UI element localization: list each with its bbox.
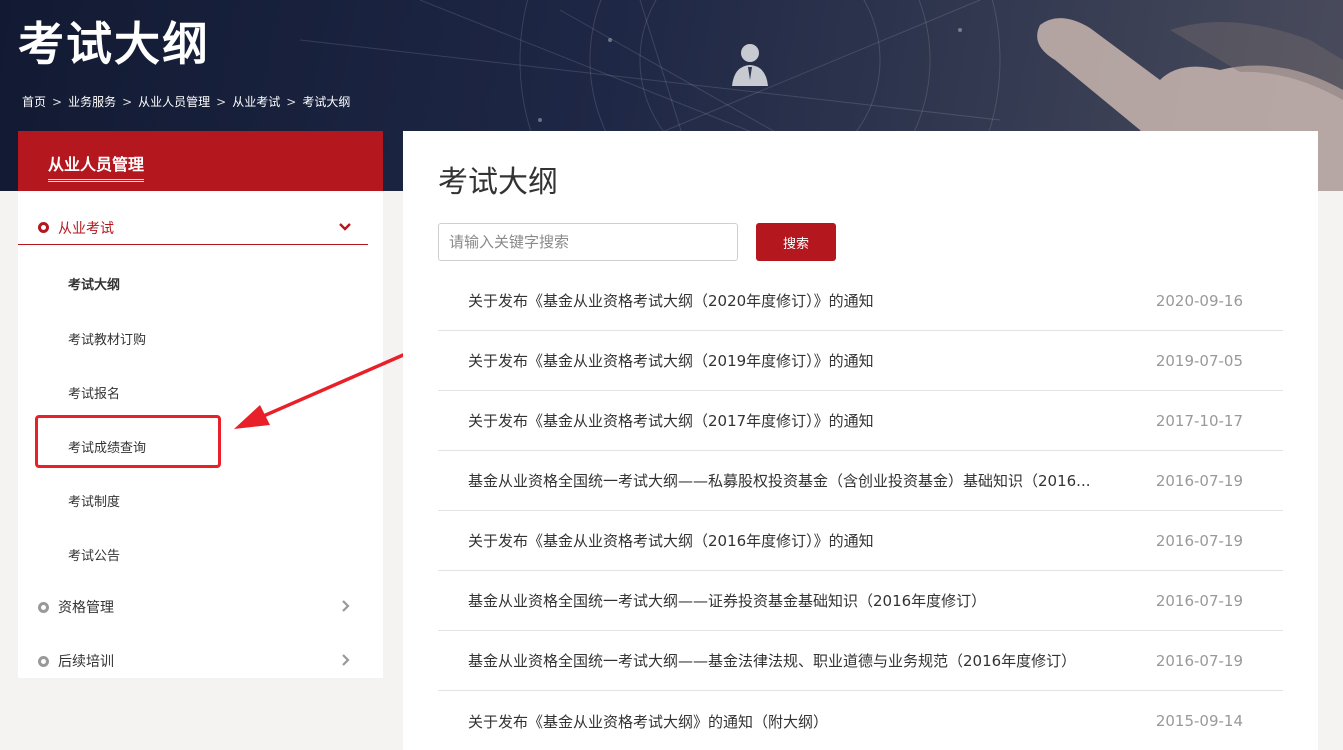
breadcrumb-separator: > [286, 94, 297, 109]
list-item-date: 2020-09-16 [1155, 291, 1243, 310]
sidebar-item-exam-notice[interactable]: 考试公告 [68, 545, 120, 564]
menu-group-training[interactable]: 后续培训 [18, 644, 368, 678]
sidebar-header: 从业人员管理 [18, 131, 383, 191]
sidebar-item-exam-rules[interactable]: 考试制度 [68, 491, 120, 510]
list-item-title[interactable]: 基金从业资格全国统一考试大纲——证券投资基金基础知识（2016年度修订） [468, 590, 1133, 611]
list-item-date: 2016-07-19 [1155, 471, 1243, 490]
list-item-title[interactable]: 基金从业资格全国统一考试大纲——基金法律法规、职业道德与业务规范（2016年度修… [468, 650, 1133, 671]
search-input[interactable] [438, 223, 738, 261]
list-item[interactable]: 关于发布《基金从业资格考试大纲》的通知（附大纲） 2015-09-14 [438, 691, 1283, 750]
list-item-title[interactable]: 关于发布《基金从业资格考试大纲》的通知（附大纲） [468, 711, 1133, 732]
chevron-right-icon [342, 654, 350, 666]
radio-dot-icon [38, 655, 49, 667]
list-item-date: 2016-07-19 [1155, 531, 1243, 550]
sidebar-title: 从业人员管理 [48, 151, 145, 182]
list-item[interactable]: 基金从业资格全国统一考试大纲——基金法律法规、职业道德与业务规范（2016年度修… [438, 631, 1283, 691]
list-item-title[interactable]: 关于发布《基金从业资格考试大纲（2016年度修订）》的通知 [468, 530, 1133, 551]
list-item-date: 2016-07-19 [1155, 651, 1243, 670]
list-item-title[interactable]: 关于发布《基金从业资格考试大纲（2019年度修订）》的通知 [468, 350, 1133, 371]
list-item[interactable]: 关于发布《基金从业资格考试大纲（2019年度修订）》的通知 2019-07-05 [438, 331, 1283, 391]
chevron-down-icon [339, 223, 351, 231]
breadcrumb-personnel[interactable]: 从业人员管理 [138, 93, 210, 110]
list-item-date: 2017-10-17 [1155, 411, 1243, 430]
breadcrumb-separator: > [216, 94, 227, 109]
person-icon [732, 44, 768, 86]
breadcrumb: 首页 > 业务服务 > 从业人员管理 > 从业考试 > 考试大纲 [22, 93, 350, 110]
list-item[interactable]: 关于发布《基金从业资格考试大纲（2017年度修订）》的通知 2017-10-17 [438, 391, 1283, 451]
radio-dot-icon [38, 601, 49, 613]
list-item-title[interactable]: 基金从业资格全国统一考试大纲——私募股权投资基金（含创业投资基金）基础知识（20… [468, 470, 1133, 491]
notice-list: 关于发布《基金从业资格考试大纲（2020年度修订）》的通知 2020-09-16… [438, 271, 1283, 750]
list-item-date: 2016-07-19 [1155, 591, 1243, 610]
menu-group-label: 从业考试 [58, 220, 114, 237]
list-item[interactable]: 基金从业资格全国统一考试大纲——私募股权投资基金（含创业投资基金）基础知识（20… [438, 451, 1283, 511]
menu-group-label: 资格管理 [58, 600, 114, 616]
breadcrumb-separator: > [52, 94, 63, 109]
breadcrumb-current[interactable]: 考试大纲 [302, 93, 350, 110]
list-item[interactable]: 关于发布《基金从业资格考试大纲（2020年度修订）》的通知 2020-09-16 [438, 271, 1283, 331]
list-item-title[interactable]: 关于发布《基金从业资格考试大纲（2017年度修订）》的通知 [468, 410, 1133, 431]
list-item-date: 2019-07-05 [1155, 351, 1243, 370]
radio-dot-icon [38, 222, 49, 233]
menu-group-label: 后续培训 [58, 654, 114, 670]
arrow-annotation [234, 350, 411, 429]
list-item-title[interactable]: 关于发布《基金从业资格考试大纲（2020年度修订）》的通知 [468, 290, 1133, 311]
banner-title: 考试大纲 [18, 17, 210, 71]
list-item-date: 2015-09-14 [1155, 712, 1243, 730]
chevron-right-icon [342, 600, 350, 612]
breadcrumb-business[interactable]: 业务服务 [68, 93, 116, 110]
breadcrumb-exam[interactable]: 从业考试 [232, 93, 280, 110]
breadcrumb-separator: > [122, 94, 133, 109]
main-content: 考试大纲 搜索 关于发布《基金从业资格考试大纲（2020年度修订）》的通知 20… [403, 131, 1318, 750]
list-item[interactable]: 基金从业资格全国统一考试大纲——证券投资基金基础知识（2016年度修订） 201… [438, 571, 1283, 631]
list-item[interactable]: 关于发布《基金从业资格考试大纲（2016年度修订）》的通知 2016-07-19 [438, 511, 1283, 571]
highlight-box-annotation [35, 415, 221, 468]
sidebar-item-textbook-order[interactable]: 考试教材订购 [68, 329, 146, 348]
menu-group-exam[interactable]: 从业考试 [18, 211, 368, 245]
breadcrumb-home[interactable]: 首页 [22, 93, 46, 110]
sidebar-item-exam-outline[interactable]: 考试大纲 [68, 274, 120, 293]
page-title: 考试大纲 [438, 165, 558, 200]
menu-group-qualification[interactable]: 资格管理 [18, 590, 368, 624]
search-button[interactable]: 搜索 [756, 223, 836, 261]
sidebar-item-registration[interactable]: 考试报名 [68, 383, 120, 402]
